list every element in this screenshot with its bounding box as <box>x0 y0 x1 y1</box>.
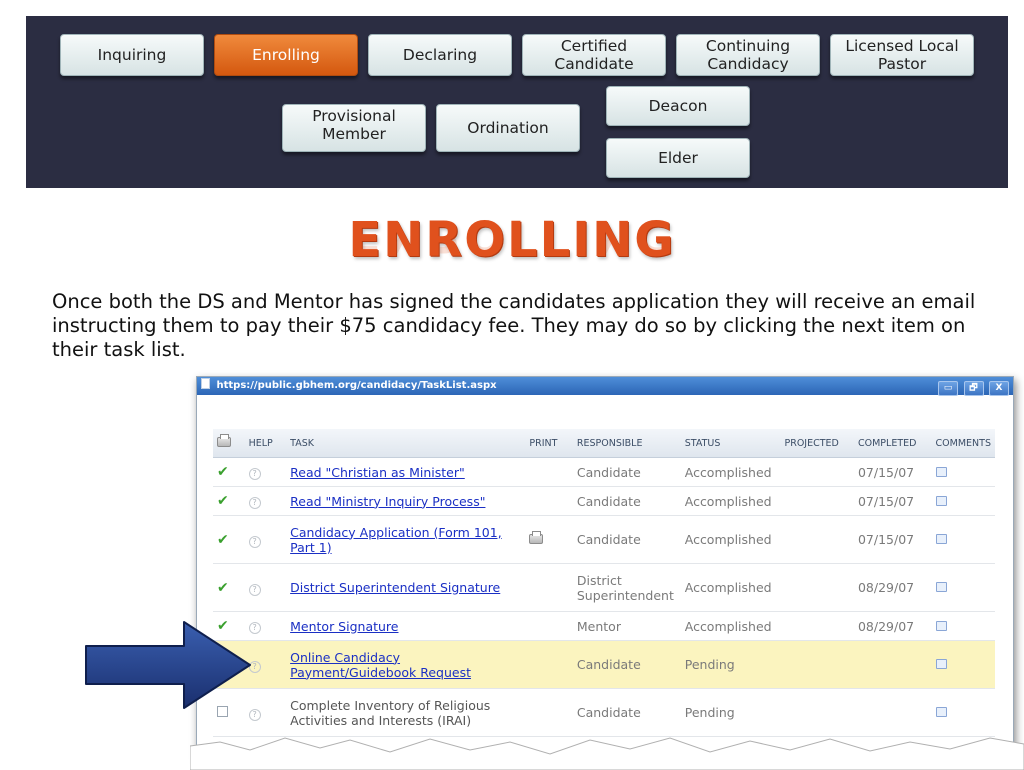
page-title-reflection: ENROLLING <box>0 236 1024 258</box>
page-description: Once both the DS and Mentor has signed t… <box>52 290 976 361</box>
status-cell: Accomplished <box>680 457 781 487</box>
responsible-cell: Candidate <box>572 640 681 689</box>
torn-edge-decoration <box>190 737 1024 770</box>
completed-cell: 07/15/07 <box>853 515 932 564</box>
comment-icon[interactable] <box>935 620 947 631</box>
task-link-online-payment[interactable]: Online Candidacy Payment/Guidebook Reque… <box>290 650 471 680</box>
completed-cell: 08/29/07 <box>853 611 932 641</box>
step-licensed-local-pastor[interactable]: Licensed Local Pastor <box>830 34 974 76</box>
completed-cell: 07/15/07 <box>853 457 932 487</box>
help-icon[interactable]: ? <box>248 535 261 548</box>
step-continuing-candidacy[interactable]: Continuing Candidacy <box>676 34 820 76</box>
check-icon: ✔ <box>217 493 229 509</box>
status-cell: Pending <box>680 640 781 689</box>
header-print-all[interactable] <box>213 429 245 458</box>
check-icon: ✔ <box>217 579 229 596</box>
comment-icon[interactable] <box>935 534 947 544</box>
task-link[interactable]: District Superintendent Signature <box>290 580 500 595</box>
comment-icon[interactable] <box>935 495 947 506</box>
table-row: ✔ ? Read "Christian as Minister" Candida… <box>213 457 995 487</box>
header-comments: COMMENTS <box>931 429 995 458</box>
browser-titlebar: https://public.gbhem.org/candidacy/TaskL… <box>197 377 1013 396</box>
restore-button[interactable]: 🗗 <box>963 381 984 396</box>
arrow-pointer-icon <box>85 621 251 709</box>
comment-icon[interactable] <box>935 466 947 477</box>
header-status: STATUS <box>680 429 781 458</box>
help-icon[interactable]: ? <box>248 497 261 509</box>
task-link[interactable]: Read "Christian as Minister" <box>290 465 465 480</box>
comment-icon[interactable] <box>935 582 947 592</box>
responsible-cell: Candidate <box>572 486 681 516</box>
header-projected: PROJECTED <box>780 429 854 458</box>
comment-icon[interactable] <box>935 659 947 669</box>
step-provisional-member[interactable]: Provisional Member <box>282 104 426 152</box>
task-link[interactable]: Candidacy Application (Form 101, Part 1) <box>290 525 502 555</box>
table-row-highlighted: ? Online Candidacy Payment/Guidebook Req… <box>213 640 995 689</box>
completed-cell: 08/29/07 <box>853 563 932 612</box>
help-icon[interactable]: ? <box>248 583 261 596</box>
task-link[interactable]: Mentor Signature <box>290 619 398 634</box>
task-list-table: HELP TASK PRINT RESPONSIBLE STATUS PROJE… <box>213 429 995 737</box>
completed-cell <box>853 640 932 689</box>
step-enrolling[interactable]: Enrolling <box>214 34 358 76</box>
printer-icon <box>217 433 231 447</box>
close-button[interactable]: X <box>989 381 1009 396</box>
task-link[interactable]: Read "Ministry Inquiry Process" <box>290 494 485 509</box>
responsible-cell: District Superintendent <box>572 563 681 612</box>
header-help: HELP <box>244 429 287 458</box>
minimize-button[interactable]: ▭ <box>938 381 959 396</box>
table-row: ✔ ? Mentor Signature Mentor Accomplished… <box>213 611 995 641</box>
status-cell: Accomplished <box>680 515 781 564</box>
header-print: PRINT <box>525 429 573 458</box>
step-elder[interactable]: Elder <box>606 138 750 178</box>
responsible-cell: Candidate <box>572 457 681 487</box>
browser-url: https://public.gbhem.org/candidacy/TaskL… <box>216 380 497 391</box>
step-inquiring[interactable]: Inquiring <box>60 34 204 76</box>
help-icon[interactable]: ? <box>248 468 261 480</box>
step-ordination[interactable]: Ordination <box>436 104 580 152</box>
responsible-cell: Candidate <box>572 515 681 564</box>
table-header-row: HELP TASK PRINT RESPONSIBLE STATUS PROJE… <box>213 429 995 458</box>
header-completed: COMPLETED <box>853 429 932 458</box>
status-cell: Accomplished <box>680 611 781 641</box>
printer-icon[interactable] <box>529 531 544 544</box>
table-row: ✔ ? Candidacy Application (Form 101, Par… <box>213 515 995 564</box>
header-responsible: RESPONSIBLE <box>572 429 681 458</box>
status-cell: Accomplished <box>680 563 781 612</box>
comment-icon[interactable] <box>935 707 947 717</box>
step-declaring[interactable]: Declaring <box>368 34 512 76</box>
table-row: ✔ ? Read "Ministry Inquiry Process" Cand… <box>213 486 995 516</box>
browser-window: https://public.gbhem.org/candidacy/TaskL… <box>196 376 1014 758</box>
responsible-cell: Mentor <box>572 611 681 641</box>
completed-cell: 07/15/07 <box>853 486 932 516</box>
task-text: Complete Inventory of Religious Activiti… <box>290 697 491 728</box>
header-task: TASK <box>286 429 526 458</box>
step-certified-candidate[interactable]: Certified Candidate <box>522 34 666 76</box>
table-row: ✔ ? District Superintendent Signature Di… <box>213 563 995 612</box>
check-icon: ✔ <box>217 464 229 480</box>
page-icon <box>201 378 210 389</box>
check-icon: ✔ <box>217 531 229 548</box>
step-deacon[interactable]: Deacon <box>606 86 750 126</box>
process-step-banner: Inquiring Enrolling Declaring Certified … <box>26 16 1008 188</box>
status-cell: Accomplished <box>680 486 781 516</box>
